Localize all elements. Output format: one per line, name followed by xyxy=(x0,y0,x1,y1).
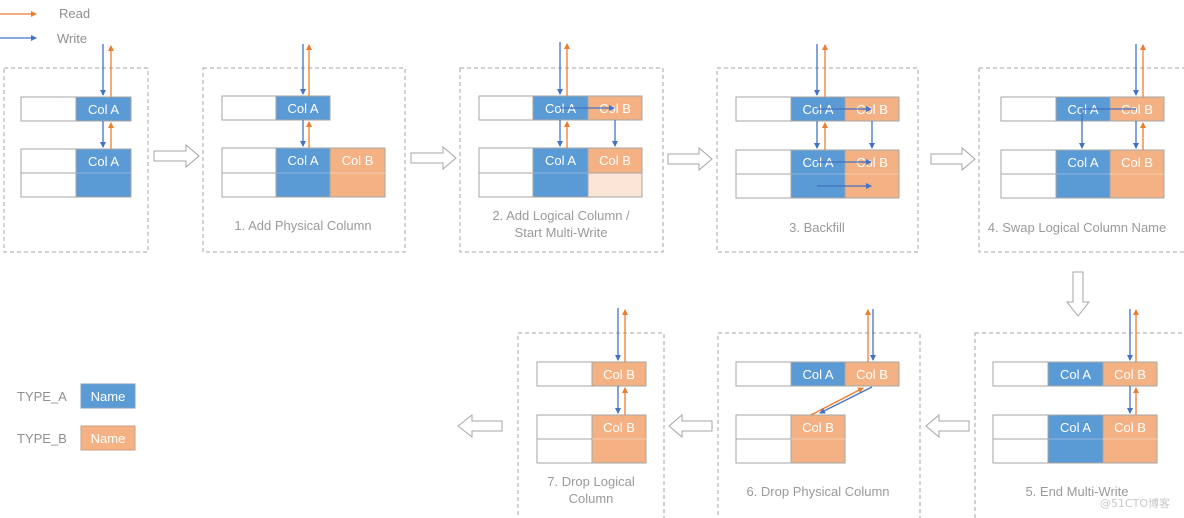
read-label: Read xyxy=(59,6,90,21)
step-4: Col A Col B Col A Col B 4. Swap Logical … xyxy=(978,44,1184,253)
logical-col-a-label: Col A xyxy=(287,101,318,116)
flow-arrow-left-icon xyxy=(925,413,970,439)
logical-blank-cell xyxy=(992,361,1049,387)
step-1: Col A Col A Col B 1. Add Physical Column xyxy=(202,44,406,253)
flow-arrow-right-icon xyxy=(410,145,457,171)
logical-blank-cell xyxy=(1000,96,1057,122)
logical-blank-cell xyxy=(478,95,534,121)
step-caption: 1. Add Physical Column xyxy=(234,218,371,233)
physical-col-b-label: Col B xyxy=(342,153,374,168)
logical-blank-cell xyxy=(20,96,77,122)
step-caption-line-2: Start Multi-Write xyxy=(515,225,608,240)
logical-blank-cell xyxy=(221,95,277,121)
step-7: Col B Col B 7. Drop Logical Column xyxy=(517,308,665,518)
logical-col-a-label: Col A xyxy=(802,367,833,382)
logical-col-b-label: Col B xyxy=(603,367,635,382)
step-caption-line-2: Column xyxy=(569,491,614,506)
step-caption-line-1: 7. Drop Logical xyxy=(547,474,635,489)
write-label: Write xyxy=(57,31,87,46)
logical-col-b-label: Col B xyxy=(856,367,888,382)
step-2: Col A Col B Col A Col B 2. Add Logical C… xyxy=(459,42,664,253)
physical-col-b-empty xyxy=(587,172,643,198)
flow-arrow-right-icon xyxy=(667,146,713,172)
arrow-legend: Read Write xyxy=(0,6,90,46)
type-legend: TYPE_A Name TYPE_B Name xyxy=(17,383,136,451)
step-3: Col A Col B Col A Col B 3. Backfill xyxy=(716,44,919,253)
physical-col-a-label: Col A xyxy=(1060,420,1091,435)
physical-col-a-label: Col A xyxy=(287,153,318,168)
type-b-label: TYPE_B xyxy=(17,431,67,446)
read-arrow xyxy=(810,387,864,416)
flow-arrow-left-icon xyxy=(457,413,503,439)
flow-arrow-right-icon xyxy=(153,143,200,169)
physical-col-a-label: Col A xyxy=(1067,155,1098,170)
write-arrow xyxy=(819,386,873,414)
flow-arrow-down-icon xyxy=(1065,271,1091,317)
logical-col-a-label: Col A xyxy=(88,102,119,117)
step-caption: 6. Drop Physical Column xyxy=(746,484,889,499)
step-caption-line-1: 2. Add Logical Column / xyxy=(492,208,630,223)
physical-col-a-label: Col A xyxy=(88,154,119,169)
physical-col-a-label: Col A xyxy=(545,153,576,168)
physical-col-b-label: Col B xyxy=(1114,420,1146,435)
logical-col-b-label: Col B xyxy=(1114,367,1146,382)
logical-blank-cell xyxy=(735,361,792,387)
physical-col-b-label: Col B xyxy=(1121,155,1153,170)
step-caption: 3. Backfill xyxy=(789,220,845,235)
migration-diagram: Read Write Col A Col A Col A Col A Col B xyxy=(0,6,1184,518)
logical-blank-cell xyxy=(735,96,792,122)
step-5: Col A Col B Col A Col B 5. End Multi-Wri… xyxy=(974,309,1184,518)
type-a-swatch-label: Name xyxy=(91,389,126,404)
physical-col-b-label: Col B xyxy=(603,420,635,435)
step-6: Col A Col B Col B 6. Drop Physical Colum… xyxy=(717,309,921,518)
flow-arrow-right-icon xyxy=(930,146,976,172)
type-b-swatch-label: Name xyxy=(91,431,126,446)
type-a-label: TYPE_A xyxy=(17,389,67,404)
logical-blank-cell xyxy=(536,361,593,387)
physical-col-b-label: Col B xyxy=(599,153,631,168)
physical-col-b-label: Col B xyxy=(802,420,834,435)
step-caption: 4. Swap Logical Column Name xyxy=(988,220,1166,235)
watermark: @51CTO博客 xyxy=(1100,496,1170,510)
flow-arrow-left-icon xyxy=(668,413,713,439)
logical-col-a-label: Col A xyxy=(1060,367,1091,382)
step-0: Col A Col A xyxy=(3,44,149,253)
